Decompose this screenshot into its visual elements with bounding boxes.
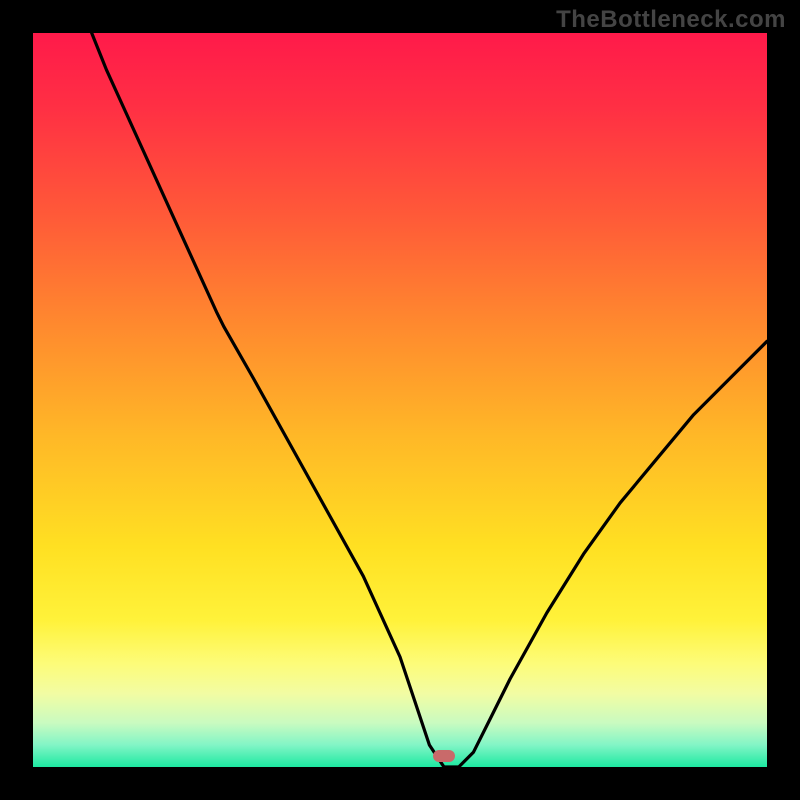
watermark-text: TheBottleneck.com [556,6,786,34]
plot-area [33,33,767,767]
gradient-background [33,33,767,767]
optimal-point-marker [433,750,455,762]
chart-container: TheBottleneck.com [0,0,800,800]
